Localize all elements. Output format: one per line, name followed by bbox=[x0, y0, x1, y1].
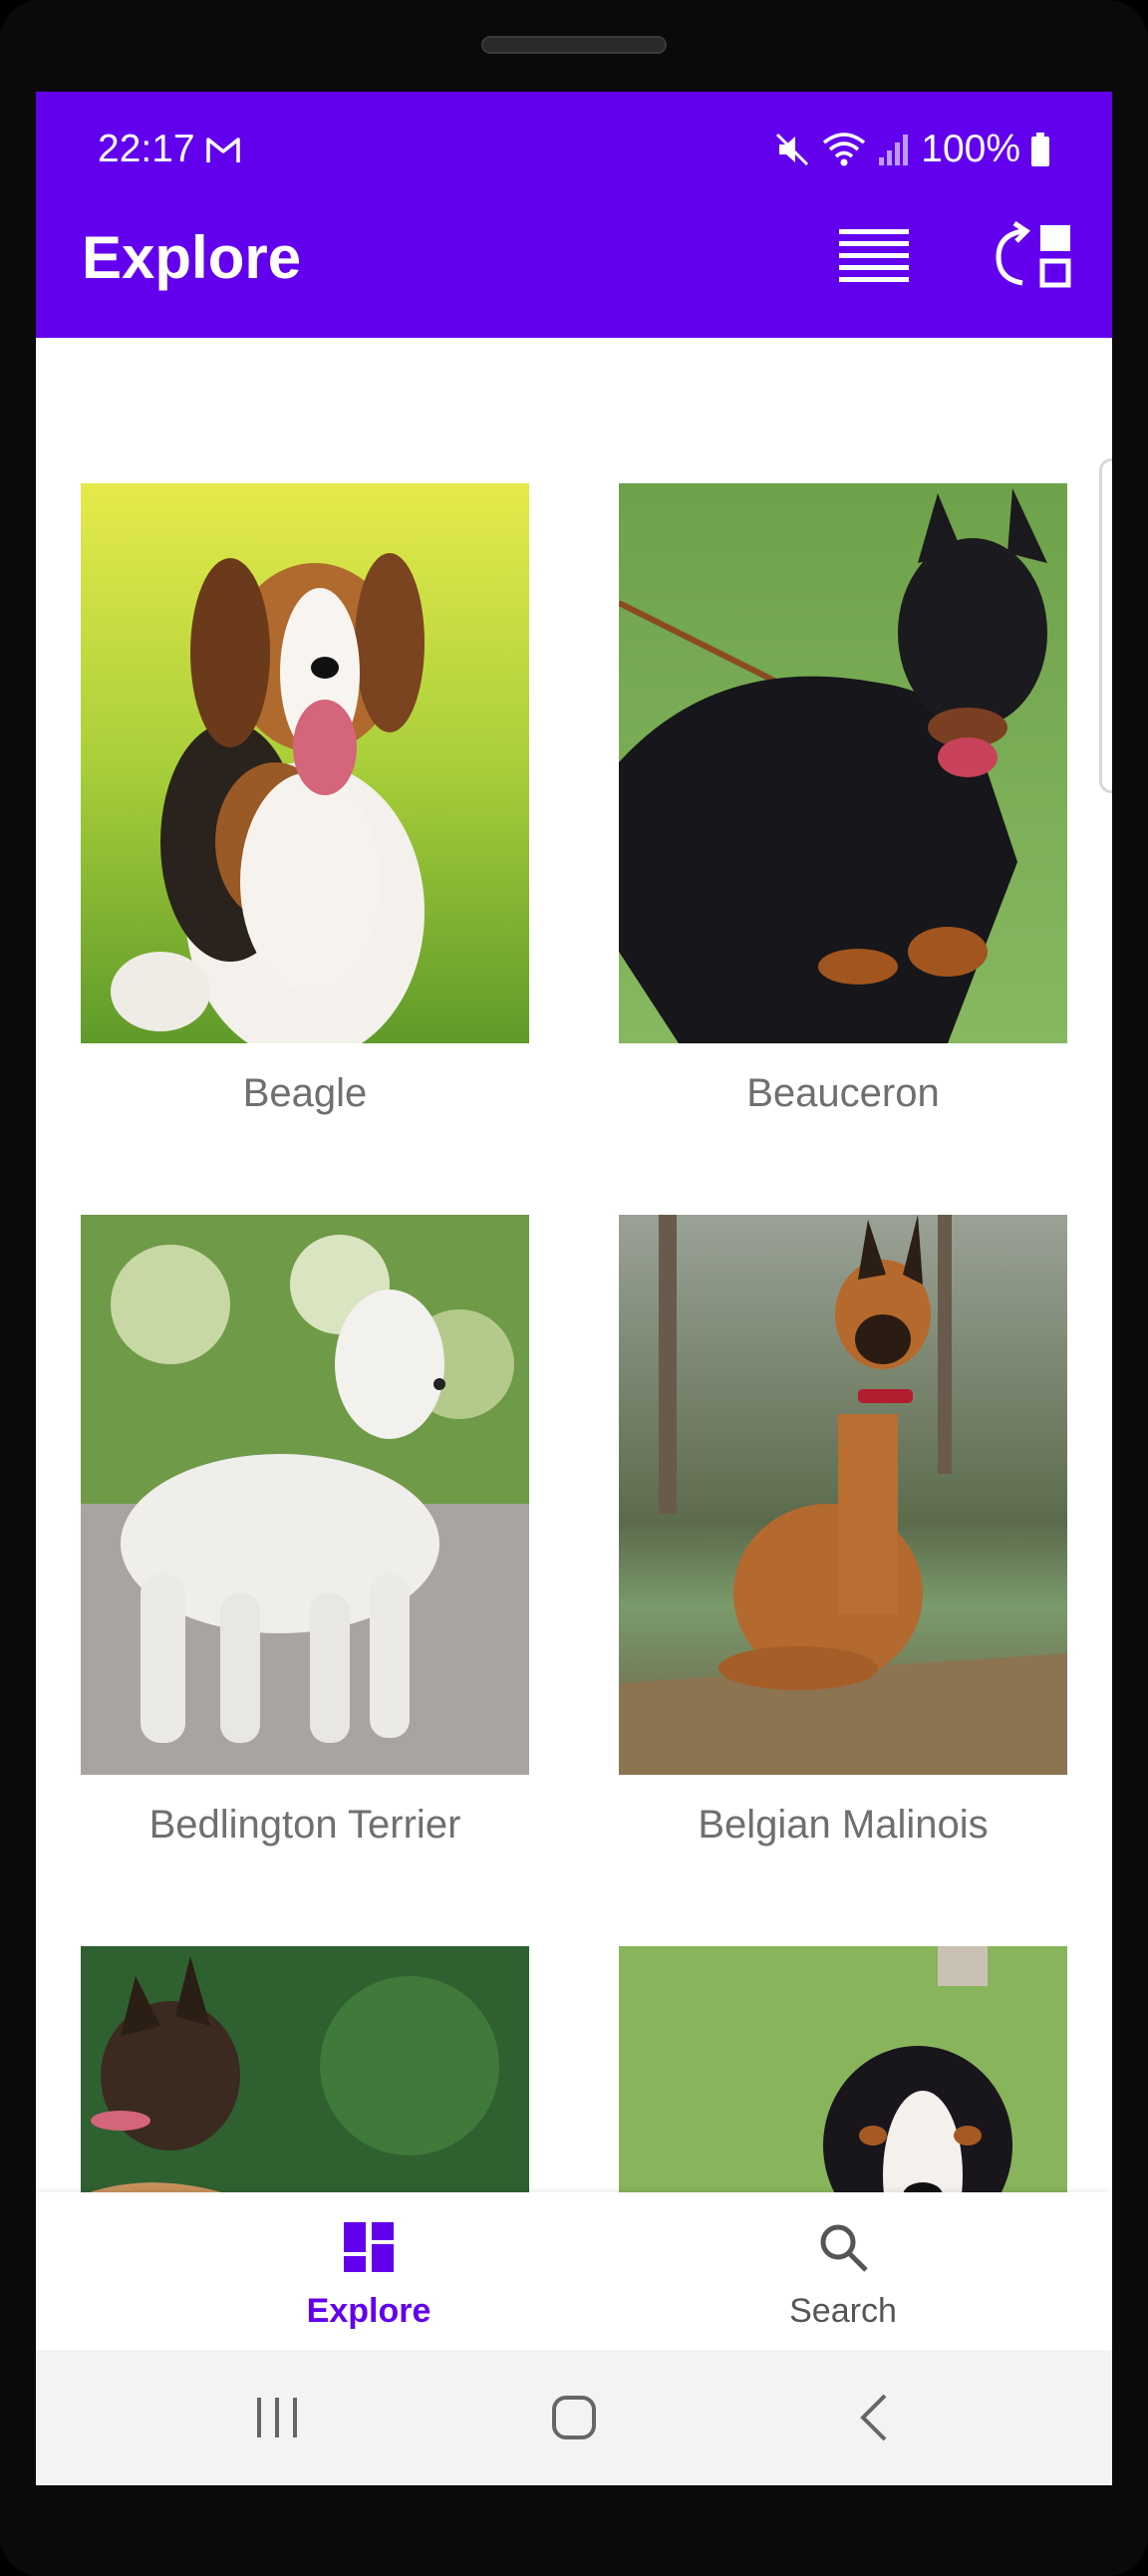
page-title: Explore bbox=[82, 224, 302, 291]
breed-name: Bedlington Terrier bbox=[148, 1803, 461, 1847]
dashboard-icon bbox=[344, 2222, 394, 2272]
belgian-malinois-photo bbox=[619, 1215, 1067, 1775]
status-time: 22:17 bbox=[98, 128, 195, 170]
back-icon[interactable] bbox=[843, 2386, 907, 2449]
scrollbar-thumb[interactable] bbox=[1099, 458, 1112, 793]
breed-name: Beagle bbox=[242, 1071, 368, 1115]
menu-icon[interactable] bbox=[839, 227, 909, 283]
system-navigation-bar bbox=[36, 2350, 1112, 2485]
breed-name: Beauceron bbox=[746, 1071, 940, 1115]
signal-icon bbox=[879, 135, 909, 165]
search-icon bbox=[820, 2224, 868, 2272]
recents-icon[interactable] bbox=[245, 2386, 309, 2449]
swap-layout-icon[interactable] bbox=[993, 221, 1074, 289]
earpiece-speaker bbox=[481, 36, 667, 54]
nav-explore[interactable]: Explore bbox=[100, 2192, 638, 2350]
app-screen: 22:17 100% Explore Beagle Beauceron Bedl… bbox=[36, 92, 1112, 2485]
wifi-icon bbox=[823, 133, 866, 166]
gmail-icon bbox=[206, 138, 240, 162]
battery-icon bbox=[1031, 133, 1049, 166]
nav-explore-label: Explore bbox=[306, 2292, 431, 2330]
nav-search[interactable]: Search bbox=[574, 2192, 1112, 2350]
breed-name: Belgian Malinois bbox=[698, 1803, 989, 1847]
nav-search-label: Search bbox=[789, 2292, 897, 2330]
beauceron-photo bbox=[619, 483, 1067, 1043]
bottom-navigation: Explore Search bbox=[36, 2192, 1112, 2350]
battery-percent: 100% bbox=[921, 128, 1020, 170]
status-icons: 100% bbox=[773, 128, 1050, 171]
phone-frame: 22:17 100% Explore Beagle Beauceron Bedl… bbox=[0, 0, 1148, 2576]
bedlington-terrier-photo bbox=[81, 1215, 529, 1775]
beagle-photo bbox=[81, 483, 529, 1043]
app-bar: 22:17 100% Explore bbox=[36, 92, 1112, 338]
home-icon[interactable] bbox=[542, 2386, 606, 2449]
mute-icon bbox=[776, 133, 809, 166]
